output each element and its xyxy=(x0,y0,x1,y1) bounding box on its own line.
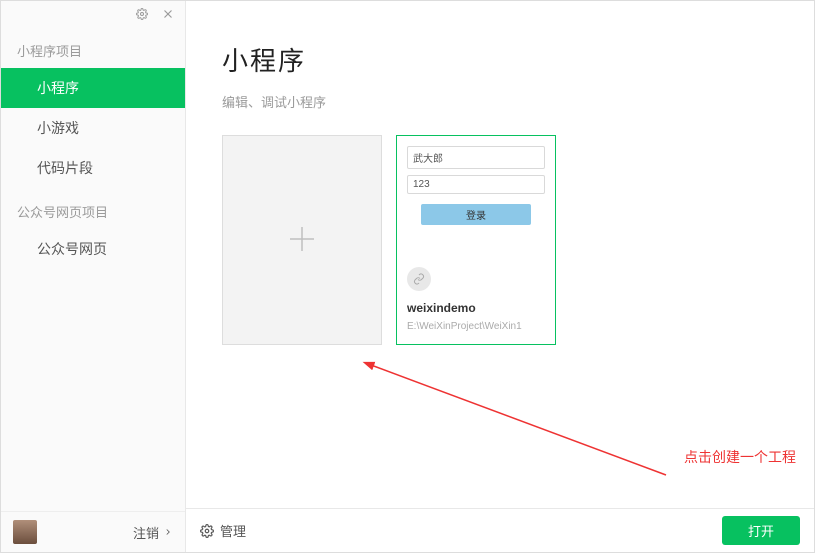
sidebar-top-icons xyxy=(1,1,185,27)
annotation-text: 点击创建一个工程 xyxy=(684,447,796,467)
preview-password-field: 123 xyxy=(407,175,545,194)
sidebar-item-label: 小游戏 xyxy=(37,120,79,136)
app-window: 小程序项目 小程序 小游戏 代码片段 公众号网页项目 公众号网页 注销 小程序 … xyxy=(0,0,815,553)
logout-button[interactable]: 注销 xyxy=(133,523,173,542)
project-card[interactable]: 武大郎 123 登录 weixindemo E:\WeiXinProject\W… xyxy=(396,135,556,345)
gear-icon xyxy=(200,524,214,538)
sidebar-item-minigame[interactable]: 小游戏 xyxy=(1,108,185,148)
sidebar-item-label: 代码片段 xyxy=(37,160,93,176)
page-title: 小程序 xyxy=(222,41,778,78)
bottom-bar: 管理 打开 xyxy=(186,508,814,552)
close-icon[interactable] xyxy=(159,5,177,23)
sidebar-item-snippet[interactable]: 代码片段 xyxy=(1,148,185,188)
link-icon xyxy=(407,267,431,291)
sidebar-footer: 注销 xyxy=(1,511,185,552)
gear-icon[interactable] xyxy=(133,5,151,23)
sidebar-section-title-miniprogram: 小程序项目 xyxy=(1,27,185,68)
sidebar-item-miniprogram[interactable]: 小程序 xyxy=(1,68,185,108)
sidebar-item-label: 公众号网页 xyxy=(37,241,107,257)
sidebar: 小程序项目 小程序 小游戏 代码片段 公众号网页项目 公众号网页 注销 xyxy=(1,1,186,552)
new-project-card[interactable] xyxy=(222,135,382,345)
main-header: 小程序 编辑、调试小程序 xyxy=(186,1,814,111)
open-label: 打开 xyxy=(748,524,774,539)
main-panel: 小程序 编辑、调试小程序 武大郎 123 登录 weixindemo E:\We… xyxy=(186,1,814,552)
page-subtitle: 编辑、调试小程序 xyxy=(222,92,778,111)
plus-icon xyxy=(284,221,320,260)
projects-row: 武大郎 123 登录 weixindemo E:\WeiXinProject\W… xyxy=(186,111,814,345)
chevron-right-icon xyxy=(163,527,173,537)
manage-label: 管理 xyxy=(220,521,246,540)
preview-username-field: 武大郎 xyxy=(407,146,545,169)
sidebar-section-title-mpweb: 公众号网页项目 xyxy=(1,188,185,229)
avatar[interactable] xyxy=(13,520,37,544)
manage-button[interactable]: 管理 xyxy=(200,521,246,540)
project-path: E:\WeiXinProject\WeiXin1 xyxy=(407,321,545,332)
logout-label: 注销 xyxy=(133,523,159,542)
preview-login-button: 登录 xyxy=(421,204,531,225)
sidebar-item-mpweb[interactable]: 公众号网页 xyxy=(1,229,185,269)
project-name: weixindemo xyxy=(407,301,545,315)
sidebar-item-label: 小程序 xyxy=(37,80,79,96)
open-button[interactable]: 打开 xyxy=(722,516,800,545)
